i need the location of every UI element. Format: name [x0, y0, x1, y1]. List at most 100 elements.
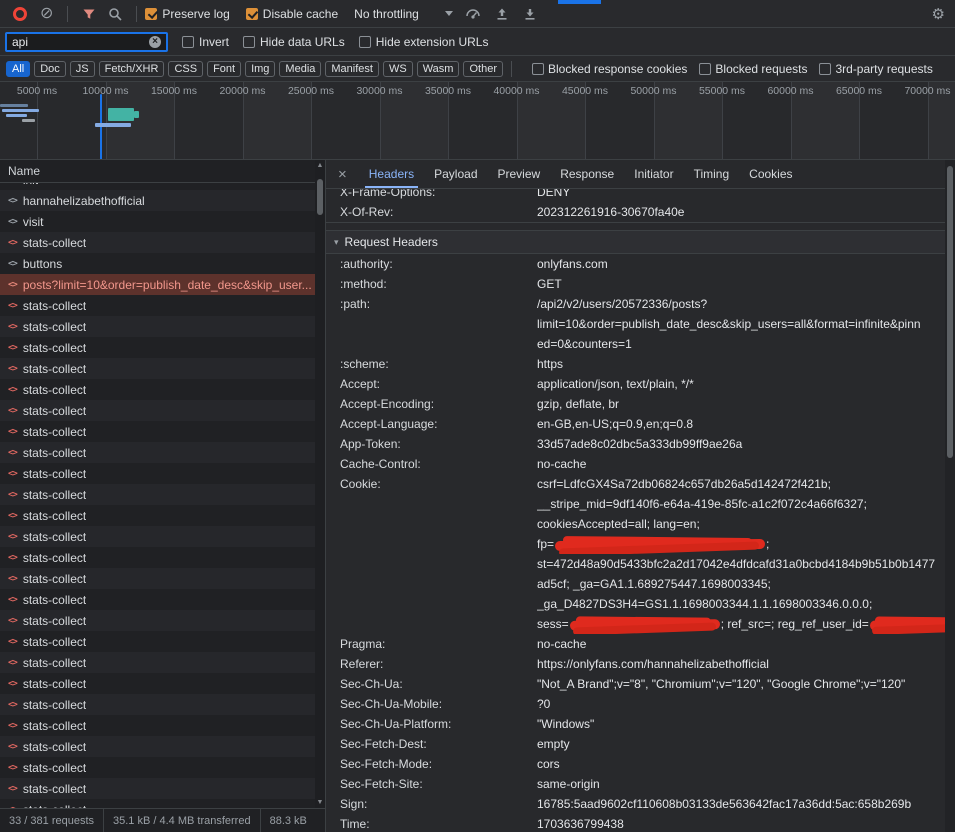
request-row[interactable]: <>stats-collect [0, 799, 325, 808]
blocked-response-cookies-checkbox[interactable]: Blocked response cookies [532, 62, 687, 76]
request-row[interactable]: <>stats-collect [0, 358, 325, 379]
request-row[interactable]: <>hannahelizabethofficial [0, 190, 325, 211]
tab-timing[interactable]: Timing [684, 160, 740, 188]
header-name: Accept-Encoding: [340, 394, 537, 414]
request-row[interactable]: <>stats-collect [0, 316, 325, 337]
scrollbar-thumb[interactable] [317, 179, 323, 215]
network-conditions-icon[interactable] [465, 7, 481, 21]
request-row[interactable]: <>stats-collect [0, 736, 325, 757]
request-name: stats-collect [23, 488, 86, 502]
request-row[interactable]: <>stats-collect [0, 547, 325, 568]
header-name: Cache-Control: [340, 454, 537, 474]
request-list-scrollbar[interactable]: ▲ ▼ [315, 160, 325, 808]
tab-headers[interactable]: Headers [359, 160, 424, 188]
details-scrollbar[interactable] [945, 160, 955, 832]
clear-filter-icon[interactable]: × [149, 36, 161, 48]
request-row[interactable]: <>stats-collect [0, 757, 325, 778]
third-party-requests-label: 3rd-party requests [835, 62, 932, 76]
request-row[interactable]: <>stats-collect [0, 232, 325, 253]
request-row[interactable]: <>stats-collect [0, 778, 325, 799]
request-row[interactable]: <>stats-collect [0, 295, 325, 316]
filter-chip-font[interactable]: Font [207, 61, 241, 77]
request-row[interactable]: <>stats-collect [0, 526, 325, 547]
tab-response[interactable]: Response [550, 160, 624, 188]
request-name: stats-collect [23, 404, 86, 418]
scroll-down-icon[interactable]: ▼ [317, 797, 324, 808]
request-row[interactable]: <>stats-collect [0, 484, 325, 505]
scroll-up-icon[interactable]: ▲ [317, 160, 324, 171]
hide-data-urls-checkbox[interactable]: Hide data URLs [243, 35, 345, 49]
tab-preview[interactable]: Preview [488, 160, 551, 188]
network-toolbar: ⊘ Preserve log Disable cache No throttli… [0, 0, 955, 28]
request-row[interactable]: <>stats-collect [0, 400, 325, 421]
request-row[interactable]: <>stats-collect [0, 442, 325, 463]
request-row[interactable]: <>stats-collect [0, 568, 325, 589]
tab-cookies[interactable]: Cookies [739, 160, 802, 188]
script-icon: <> [8, 469, 17, 479]
record-button[interactable] [13, 7, 27, 21]
request-row[interactable]: <>stats-collect [0, 421, 325, 442]
header-value: onlyfans.com [537, 254, 945, 274]
name-column-header[interactable]: Name [0, 160, 325, 183]
request-row[interactable]: <>stats-collect [0, 652, 325, 673]
filter-chip-ws[interactable]: WS [383, 61, 413, 77]
request-name: stats-collect [23, 761, 86, 775]
request-row[interactable]: <>stats-collect [0, 694, 325, 715]
scrollbar-track[interactable] [315, 171, 325, 797]
filter-chip-wasm[interactable]: Wasm [417, 61, 460, 77]
filter-chip-manifest[interactable]: Manifest [325, 61, 379, 77]
request-row[interactable]: <>stats-collect [0, 589, 325, 610]
scrollbar-thumb[interactable] [947, 166, 953, 458]
request-row[interactable]: <>stats-collect [0, 715, 325, 736]
filter-chip-media[interactable]: Media [279, 61, 321, 77]
filter-chip-all[interactable]: All [6, 61, 30, 77]
header-row: Accept-Encoding:gzip, deflate, br [326, 394, 945, 414]
blocked-requests-checkbox[interactable]: Blocked requests [699, 62, 807, 76]
request-row[interactable]: <>stats-collect [0, 673, 325, 694]
search-icon[interactable] [108, 7, 122, 21]
filter-icon[interactable] [82, 7, 96, 21]
tab-payload[interactable]: Payload [424, 160, 487, 188]
request-row[interactable]: <>init [0, 183, 325, 190]
request-row[interactable]: <>stats-collect [0, 337, 325, 358]
filter-chip-doc[interactable]: Doc [34, 61, 66, 77]
filter-chip-fetch-xhr[interactable]: Fetch/XHR [99, 61, 165, 77]
request-row[interactable]: <>stats-collect [0, 463, 325, 484]
tab-initiator[interactable]: Initiator [624, 160, 683, 188]
request-name: stats-collect [23, 509, 86, 523]
filter-chip-js[interactable]: JS [70, 61, 95, 77]
disable-cache-checkbox[interactable]: Disable cache [246, 7, 338, 21]
request-row[interactable]: <>visit [0, 211, 325, 232]
hide-extension-urls-checkbox[interactable]: Hide extension URLs [359, 35, 489, 49]
filter-chip-css[interactable]: CSS [168, 61, 203, 77]
close-details-icon[interactable]: × [326, 166, 359, 183]
throttling-dropdown[interactable]: No throttling [354, 7, 453, 21]
script-icon: <> [8, 700, 17, 710]
request-row[interactable]: <>stats-collect [0, 379, 325, 400]
third-party-requests-checkbox[interactable]: 3rd-party requests [819, 62, 932, 76]
request-row[interactable]: <>stats-collect [0, 610, 325, 631]
request-headers-section-header[interactable]: ▾ Request Headers [326, 230, 945, 254]
import-har-icon[interactable] [495, 7, 509, 21]
invert-checkbox[interactable]: Invert [182, 35, 229, 49]
filter-chip-img[interactable]: Img [245, 61, 275, 77]
network-overview-timeline[interactable]: 5000 ms10000 ms15000 ms20000 ms25000 ms3… [0, 82, 955, 160]
timeline-tick-label: 55000 ms [699, 85, 745, 97]
preserve-log-checkbox[interactable]: Preserve log [145, 7, 229, 21]
header-value: csrf=LdfcGX4Sa72db06824c657db26a5d142472… [537, 474, 945, 634]
settings-gear-icon[interactable]: ⚙ [932, 5, 945, 23]
request-row[interactable]: <>buttons [0, 253, 325, 274]
request-row[interactable]: <>posts?limit=10&order=publish_date_desc… [0, 274, 325, 295]
filter-chip-other[interactable]: Other [463, 61, 503, 77]
request-row[interactable]: <>stats-collect [0, 631, 325, 652]
request-row[interactable]: <>stats-collect [0, 505, 325, 526]
header-name: X-Of-Rev: [340, 202, 537, 222]
export-har-icon[interactable] [523, 7, 537, 21]
filter-input[interactable]: api × [5, 32, 168, 52]
header-name: Accept: [340, 374, 537, 394]
header-value: en-GB,en-US;q=0.9,en;q=0.8 [537, 414, 945, 434]
request-name: stats-collect [23, 719, 86, 733]
filter-query-text: api [12, 35, 149, 49]
clear-network-log-icon[interactable]: ⊘ [40, 6, 53, 22]
request-name: posts?limit=10&order=publish_date_desc&s… [23, 278, 312, 292]
